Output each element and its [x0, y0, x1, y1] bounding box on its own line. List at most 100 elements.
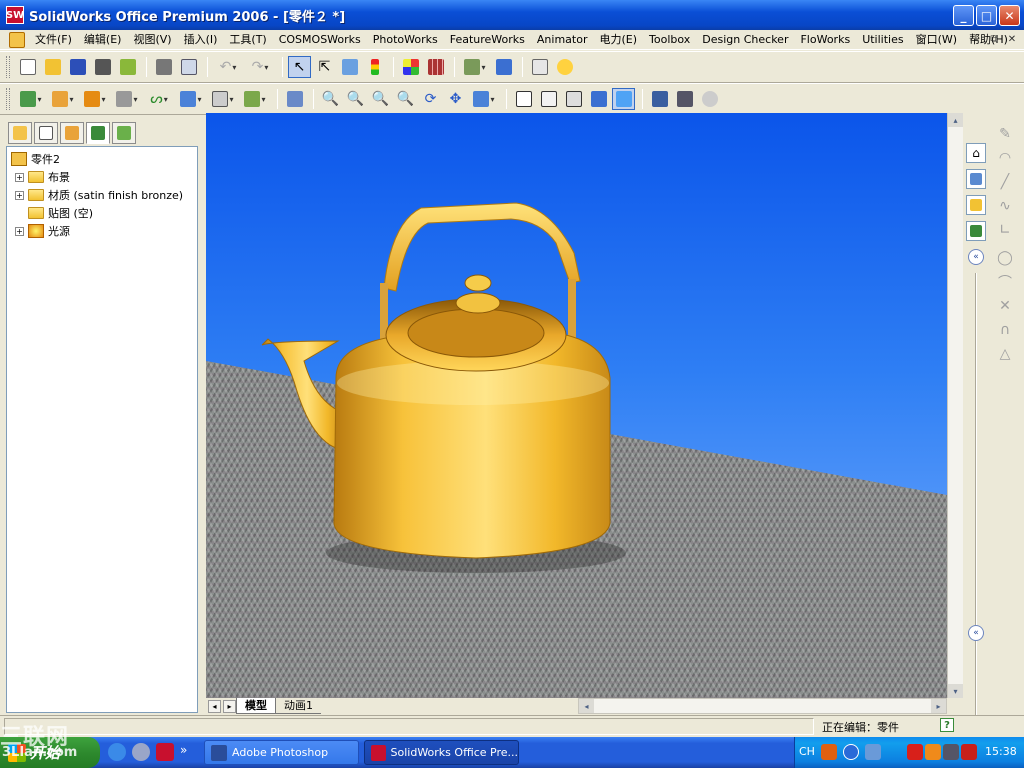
- traffic-light-icon[interactable]: [363, 56, 386, 78]
- document-icon[interactable]: [9, 31, 25, 48]
- photoworks-tab[interactable]: [86, 122, 110, 144]
- scroll-right-button[interactable]: ▸: [931, 699, 946, 713]
- scroll-up-button[interactable]: ▴: [948, 113, 963, 127]
- expand-icon[interactable]: +: [15, 172, 24, 182]
- toolbar-grip[interactable]: [6, 56, 10, 78]
- tree-item-lights[interactable]: + 光源: [11, 222, 197, 240]
- spline-tool-icon[interactable]: ∿: [995, 197, 1015, 215]
- scroll-down-button[interactable]: ▾: [948, 684, 963, 698]
- reference-geometry-icon[interactable]: [112, 88, 142, 110]
- help-tray-icon[interactable]: [843, 744, 859, 760]
- undo-icon[interactable]: ↶: [213, 56, 243, 78]
- smart-dimension-icon[interactable]: [80, 88, 110, 110]
- menu-featureworks[interactable]: FeatureWorks: [444, 30, 531, 50]
- menu-window[interactable]: 窗口(W): [910, 30, 963, 50]
- maximize-button[interactable]: □: [976, 5, 997, 26]
- antivirus-icon[interactable]: [907, 744, 923, 760]
- pan-icon[interactable]: ✥: [444, 88, 467, 110]
- redo-icon[interactable]: ↷: [245, 56, 275, 78]
- view-orientation-icon[interactable]: [208, 88, 238, 110]
- tab-model[interactable]: 模型: [236, 698, 276, 714]
- tree-item-material[interactable]: + 材质 (satin finish bronze): [11, 186, 197, 204]
- tree-item-scene[interactable]: + 布景: [11, 168, 197, 186]
- expand-icon[interactable]: +: [15, 190, 24, 200]
- doc-close-button[interactable]: ✕: [1004, 32, 1020, 47]
- corner-tool-icon[interactable]: ∟: [995, 221, 1015, 239]
- design-library-icon[interactable]: [966, 195, 986, 215]
- media-icon[interactable]: [132, 743, 150, 761]
- tree-item-decals[interactable]: 贴图 (空): [11, 204, 197, 222]
- snap-icon[interactable]: [240, 88, 270, 110]
- ie-icon[interactable]: [108, 743, 126, 761]
- print-icon[interactable]: [152, 56, 175, 78]
- property-manager-tab[interactable]: [34, 122, 58, 144]
- hidden-lines-removed-icon[interactable]: [562, 88, 585, 110]
- photoworks-extra-tab[interactable]: [112, 122, 136, 144]
- vertical-scrollbar[interactable]: ▴ ▾: [947, 113, 963, 698]
- collapse-bottom-icon[interactable]: «: [968, 625, 984, 641]
- firewall-icon[interactable]: [925, 744, 941, 760]
- select-filter-icon[interactable]: ⇱: [313, 56, 336, 78]
- taskbar-solidworks[interactable]: SolidWorks Office Pre...: [364, 740, 519, 765]
- new-file-icon[interactable]: [16, 56, 39, 78]
- menu-utilities[interactable]: Utilities: [856, 30, 909, 50]
- close-tray-icon[interactable]: [961, 744, 977, 760]
- rotate-icon[interactable]: ⟳: [419, 88, 442, 110]
- solidworks-app-icon[interactable]: SW: [6, 6, 24, 24]
- menu-file[interactable]: 文件(F): [29, 30, 78, 50]
- ime-icon[interactable]: [821, 744, 837, 760]
- properties-icon[interactable]: [528, 56, 551, 78]
- menu-animator[interactable]: Animator: [531, 30, 594, 50]
- zoom-to-fit-icon[interactable]: 🔍: [319, 88, 342, 110]
- help-icon[interactable]: [553, 56, 576, 78]
- texture-icon[interactable]: [424, 56, 447, 78]
- horizontal-scrollbar[interactable]: ◂ ▸: [578, 698, 947, 714]
- print-preview-icon[interactable]: [91, 56, 114, 78]
- offset-tool-icon[interactable]: ∩: [995, 321, 1015, 339]
- save-icon[interactable]: [66, 56, 89, 78]
- network-icon[interactable]: [865, 744, 881, 760]
- menu-cosmosworks[interactable]: COSMOSWorks: [273, 30, 367, 50]
- tab-animation[interactable]: 动画1: [276, 698, 321, 714]
- menu-electrical[interactable]: 电力(E): [593, 30, 643, 50]
- make-drawing-icon[interactable]: [116, 56, 139, 78]
- circle-tool-icon[interactable]: ◯: [995, 249, 1015, 267]
- tab-nav-first-button[interactable]: ◂: [208, 699, 221, 713]
- realview-icon[interactable]: [698, 88, 721, 110]
- tree-root[interactable]: 零件2: [11, 150, 197, 168]
- quick-launch-more[interactable]: »: [180, 743, 187, 761]
- kettle-model[interactable]: [206, 113, 947, 698]
- wireframe-icon[interactable]: [512, 88, 535, 110]
- scroll-left-button[interactable]: ◂: [579, 699, 594, 713]
- edit-color-icon[interactable]: [399, 56, 422, 78]
- resources-icon[interactable]: [966, 169, 986, 189]
- feature-manager-tab[interactable]: [8, 122, 32, 144]
- zoom-in-out-icon[interactable]: 🔍: [369, 88, 392, 110]
- settings-tray-icon[interactable]: [943, 744, 959, 760]
- measure-icon[interactable]: [283, 88, 306, 110]
- menu-design-checker[interactable]: Design Checker: [696, 30, 794, 50]
- solidworks-quick-icon[interactable]: [156, 743, 174, 761]
- menu-tools[interactable]: 工具(T): [223, 30, 272, 50]
- options-icon[interactable]: [460, 56, 490, 78]
- select-arrow-icon[interactable]: ↖: [288, 56, 311, 78]
- expand-icon[interactable]: +: [15, 226, 24, 236]
- minimize-button[interactable]: _: [953, 5, 974, 26]
- shadows-icon[interactable]: [673, 88, 696, 110]
- sketch-line-tool-icon[interactable]: ✎: [995, 125, 1015, 143]
- menu-floworks[interactable]: FloWorks: [794, 30, 856, 50]
- extrude-icon[interactable]: [16, 88, 46, 110]
- curves-icon[interactable]: ᔕ: [144, 88, 174, 110]
- configuration-manager-tab[interactable]: [60, 122, 84, 144]
- sketch-icon[interactable]: [48, 88, 78, 110]
- graphics-viewport[interactable]: [206, 113, 947, 698]
- macro-icon[interactable]: [492, 56, 515, 78]
- collapse-top-icon[interactable]: «: [968, 249, 984, 265]
- menu-insert[interactable]: 插入(I): [178, 30, 224, 50]
- standard-views-icon[interactable]: [469, 88, 499, 110]
- menu-edit[interactable]: 编辑(E): [78, 30, 128, 50]
- trim-tool-icon[interactable]: ⌒: [995, 273, 1015, 291]
- fillet-tool-icon[interactable]: △: [995, 345, 1015, 363]
- rebuild-icon[interactable]: [338, 56, 361, 78]
- preview-icon[interactable]: [177, 56, 200, 78]
